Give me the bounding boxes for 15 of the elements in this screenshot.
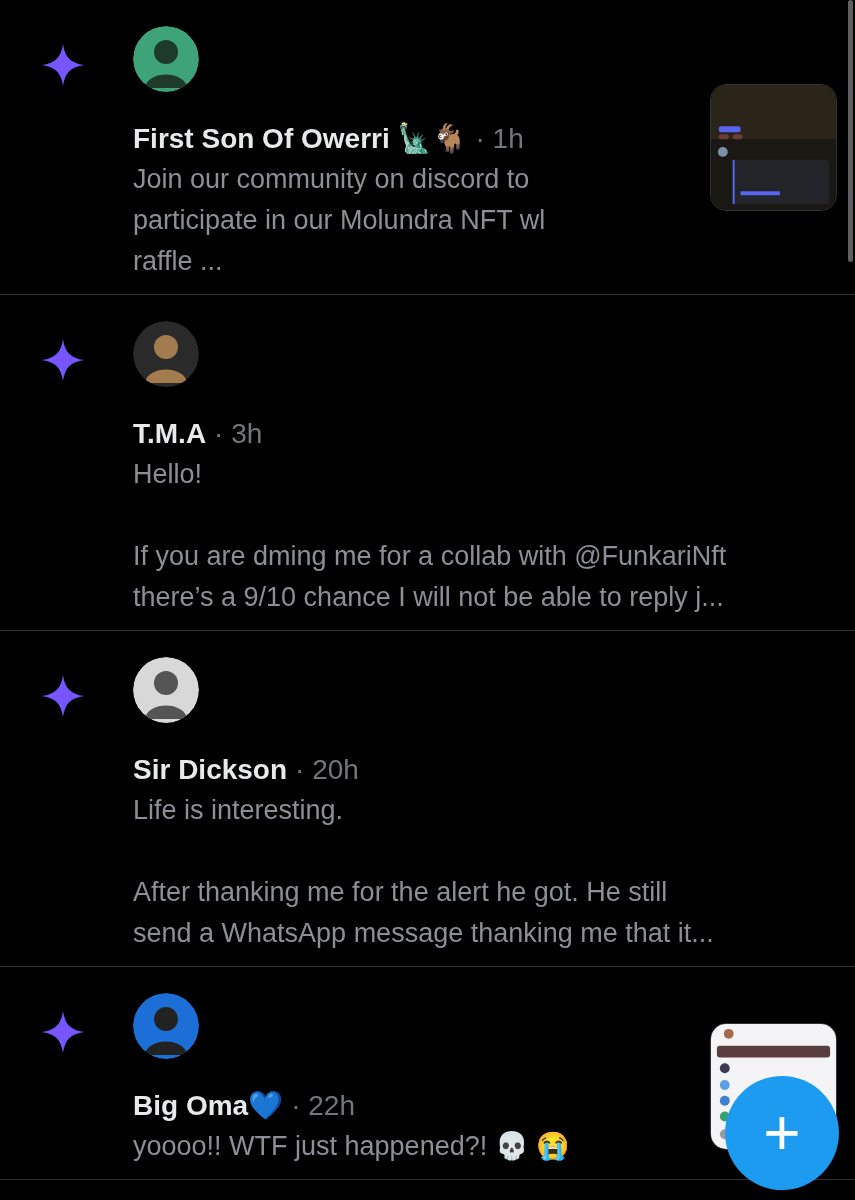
post-text: Life is interesting. After thanking me for the alert he got. He still send a WhatsApp message thanking me that it... <box>133 794 715 950</box>
author-name[interactable]: Sir Dickson <box>133 749 288 790</box>
post-time: · 1h <box>475 122 524 156</box>
author-name[interactable]: T.M.A <box>133 413 207 454</box>
post-text: Join our community on discord to participate in our Molundra NFT wl raffle ... <box>133 163 547 278</box>
post-text: yoooo!! WTF just happened?! 💀 😭 <box>133 1130 572 1163</box>
avatar[interactable] <box>133 26 199 92</box>
post-time: · 20h <box>295 753 359 787</box>
post-time: · 22h <box>291 1089 355 1123</box>
avatar[interactable] <box>133 657 199 723</box>
author-name[interactable]: Big Oma💙 <box>133 1085 284 1126</box>
post-time: · 3h <box>214 417 263 451</box>
author-name[interactable]: First Son Of Owerri 🗽🐐 <box>133 118 468 159</box>
scrollbar[interactable] <box>848 0 853 262</box>
post-text: Hello! If you are dming me for a collab with @FunkariNft there’s a 9/10 chance I will not be able to reply j... <box>133 458 728 614</box>
